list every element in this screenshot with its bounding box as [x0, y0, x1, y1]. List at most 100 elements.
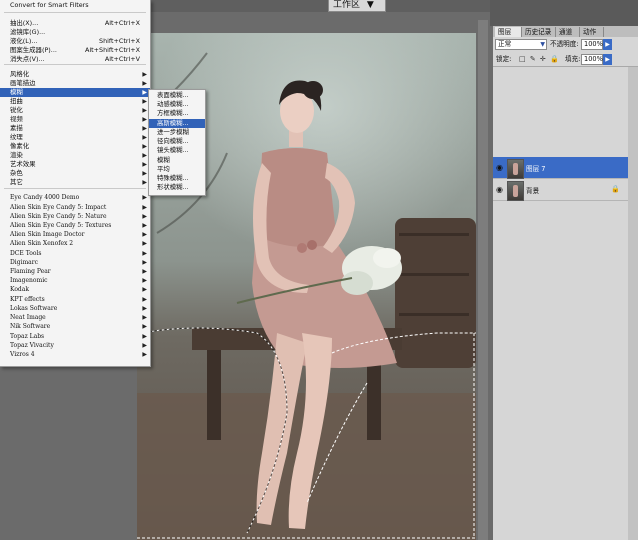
blur-submenu-item[interactable]: 特殊模糊...	[149, 174, 205, 183]
filter-menu-item[interactable]: 锐化 ▶	[0, 106, 150, 115]
filter-menu-item[interactable]: 液化(L)... Shift+Ctrl+X	[0, 37, 150, 46]
menu-item-shortcut: Shift+Ctrl+X	[99, 37, 140, 45]
filter-menu-item[interactable]: Neat Image ▶	[0, 313, 150, 322]
menu-item-label: Kodak	[10, 286, 29, 293]
menu-item-label: Alien Skin Xenofex 2	[10, 240, 74, 247]
submenu-arrow-icon: ▶	[142, 333, 147, 340]
filter-menu-item[interactable]: Alien Skin Image Doctor ▶	[0, 230, 150, 239]
submenu-arrow-icon: ▶	[142, 194, 147, 201]
submenu-arrow-icon: ▶	[142, 240, 147, 247]
submenu-arrow-icon: ▶	[142, 351, 147, 358]
submenu-arrow-icon: ▶	[142, 222, 147, 229]
filter-menu-item[interactable]: 纹理 ▶	[0, 133, 150, 142]
menu-item-label: 纹理	[10, 133, 23, 141]
submenu-arrow-icon: ▶	[142, 323, 147, 330]
tab-actions[interactable]: 动作	[580, 27, 604, 37]
filter-menu-item[interactable]: 艺术效果 ▶	[0, 160, 150, 169]
opacity-value: 100%	[584, 40, 603, 48]
menu-item-shortcut: Alt+Shift+Ctrl+X	[85, 46, 140, 54]
filter-menu-item[interactable]: 消失点(V)... Alt+Ctrl+V	[0, 55, 150, 64]
opacity-arrow-button[interactable]: ▶	[603, 39, 612, 50]
panel-divider	[493, 66, 638, 67]
layer-row-layer7[interactable]: ◉ 图层 7	[493, 157, 628, 179]
filter-menu-item[interactable]: Kodak ▶	[0, 285, 150, 294]
filter-menu-item[interactable]: Alien Skin Xenofex 2 ▶	[0, 239, 150, 248]
menu-item-label: 画笔描边	[10, 79, 36, 87]
submenu-arrow-icon: ▶	[142, 143, 147, 150]
blur-submenu-item[interactable]: 镜头模糊...	[149, 146, 205, 155]
layers-scrollbar[interactable]	[628, 67, 638, 540]
filter-menu-item[interactable]: Lokas Software ▶	[0, 304, 150, 313]
menu-item-label: 素描	[10, 124, 23, 132]
blur-submenu-item[interactable]: 形状模糊...	[149, 183, 205, 192]
filter-menu-item[interactable]: 模糊 ▶	[0, 88, 150, 97]
menu-item-label: 表面模糊...	[157, 91, 189, 99]
menu-item-label: Digimarc	[10, 259, 38, 266]
filter-menu-item[interactable]: 视频 ▶	[0, 115, 150, 124]
filter-menu-item[interactable]: Topaz Labs ▶	[0, 332, 150, 341]
filter-menu-item[interactable]: Nik Software ▶	[0, 322, 150, 331]
filter-menu-item[interactable]: 其它 ▶	[0, 178, 150, 187]
filter-menu-item[interactable]: 画笔描边 ▶	[0, 79, 150, 88]
blend-mode-select[interactable]: 正常 ▼	[495, 39, 547, 50]
filter-menu-item[interactable]: Eye Candy 4000 Demo ▶	[0, 193, 150, 202]
menu-item-shortcut: Alt+Ctrl+X	[104, 19, 140, 27]
filter-menu-item[interactable]: 扭曲 ▶	[0, 97, 150, 106]
opacity-label: 不透明度:	[550, 40, 579, 48]
tab-layers[interactable]: 图层 ×	[495, 27, 522, 46]
filter-menu-item[interactable]: 滤镜库(G)...	[0, 28, 150, 37]
menu-item-label: Imagenomic	[10, 277, 48, 284]
tab-channels[interactable]: 通道	[556, 27, 580, 37]
filter-menu-item[interactable]: 渲染 ▶	[0, 151, 150, 160]
tab-history[interactable]: 历史记录	[522, 27, 556, 37]
blur-submenu-item[interactable]: 模糊	[149, 156, 205, 165]
filter-menu-item[interactable]: Vizros 4 ▶	[0, 350, 150, 359]
menu-item-label: 径向模糊...	[157, 137, 189, 145]
workspace-button[interactable]: 工作区 ▼	[328, 0, 386, 12]
filter-menu-item[interactable]: Topaz Vivacity ▶	[0, 341, 150, 350]
menu-item-label: 渲染	[10, 151, 23, 159]
blur-submenu-item[interactable]: 表面模糊...	[149, 91, 205, 100]
lock-options-icons[interactable]: □ ✎ ✛ 🔒	[519, 55, 560, 63]
blur-submenu-item[interactable]: 方框模糊...	[149, 109, 205, 118]
filter-menu-item[interactable]: 杂色 ▶	[0, 169, 150, 178]
filter-menu-item[interactable]: 图案生成器(P)... Alt+Shift+Ctrl+X	[0, 46, 150, 55]
blur-submenu-item[interactable]: 平均	[149, 165, 205, 174]
filter-menu-item[interactable]: 抽出(X)... Alt+Ctrl+X	[0, 19, 150, 28]
filter-menu-item[interactable]: DCE Tools ▶	[0, 249, 150, 258]
opacity-input[interactable]: 100%	[581, 39, 603, 50]
filter-menu-item[interactable]: Flaming Pear ▶	[0, 267, 150, 276]
filter-menu-item[interactable]: Alien Skin Eye Candy 5: Impact ▶	[0, 203, 150, 212]
filter-menu-item[interactable]: KPT effects ▶	[0, 295, 150, 304]
blur-submenu-item[interactable]: 径向模糊...	[149, 137, 205, 146]
filter-menu-item[interactable]: Alien Skin Eye Candy 5: Textures ▶	[0, 221, 150, 230]
blur-submenu-item[interactable]: 动感模糊...	[149, 100, 205, 109]
layer-row-background[interactable]: ◉ 背景 🔒	[493, 179, 628, 201]
filter-menu-item[interactable]: Imagenomic ▶	[0, 276, 150, 285]
fill-arrow-button[interactable]: ▶	[603, 54, 612, 65]
submenu-arrow-icon: ▶	[142, 179, 147, 186]
filter-menu-item[interactable]: Convert for Smart Filters	[0, 1, 150, 10]
blur-submenu-item[interactable]: 高斯模糊...	[149, 119, 205, 128]
menu-item-label: 模糊	[157, 156, 170, 164]
filter-menu-item[interactable]: Digimarc ▶	[0, 258, 150, 267]
filter-menu-item[interactable]: Alien Skin Eye Candy 5: Nature ▶	[0, 212, 150, 221]
filter-menu-item[interactable]: 风格化 ▶	[0, 70, 150, 79]
lock-icon: 🔒	[611, 185, 620, 193]
blur-submenu-item[interactable]: 进一步模糊	[149, 128, 205, 137]
submenu-arrow-icon: ▶	[142, 89, 147, 96]
menu-item-label: Convert for Smart Filters	[10, 1, 89, 9]
submenu-arrow-icon: ▶	[142, 259, 147, 266]
eye-icon[interactable]: ◉	[496, 185, 503, 194]
fill-input[interactable]: 100%	[581, 54, 603, 65]
menu-item-label: 消失点(V)...	[10, 55, 45, 63]
menu-item-label: 高斯模糊...	[157, 119, 189, 127]
menu-item-label: 进一步模糊	[157, 128, 189, 136]
submenu-arrow-icon: ▶	[142, 342, 147, 349]
submenu-arrow-icon: ▶	[142, 71, 147, 78]
canvas-scrollbar[interactable]	[478, 20, 488, 540]
submenu-arrow-icon: ▶	[142, 116, 147, 123]
filter-menu-item[interactable]: 像素化 ▶	[0, 142, 150, 151]
filter-menu-item[interactable]: 素描 ▶	[0, 124, 150, 133]
eye-icon[interactable]: ◉	[496, 163, 503, 172]
